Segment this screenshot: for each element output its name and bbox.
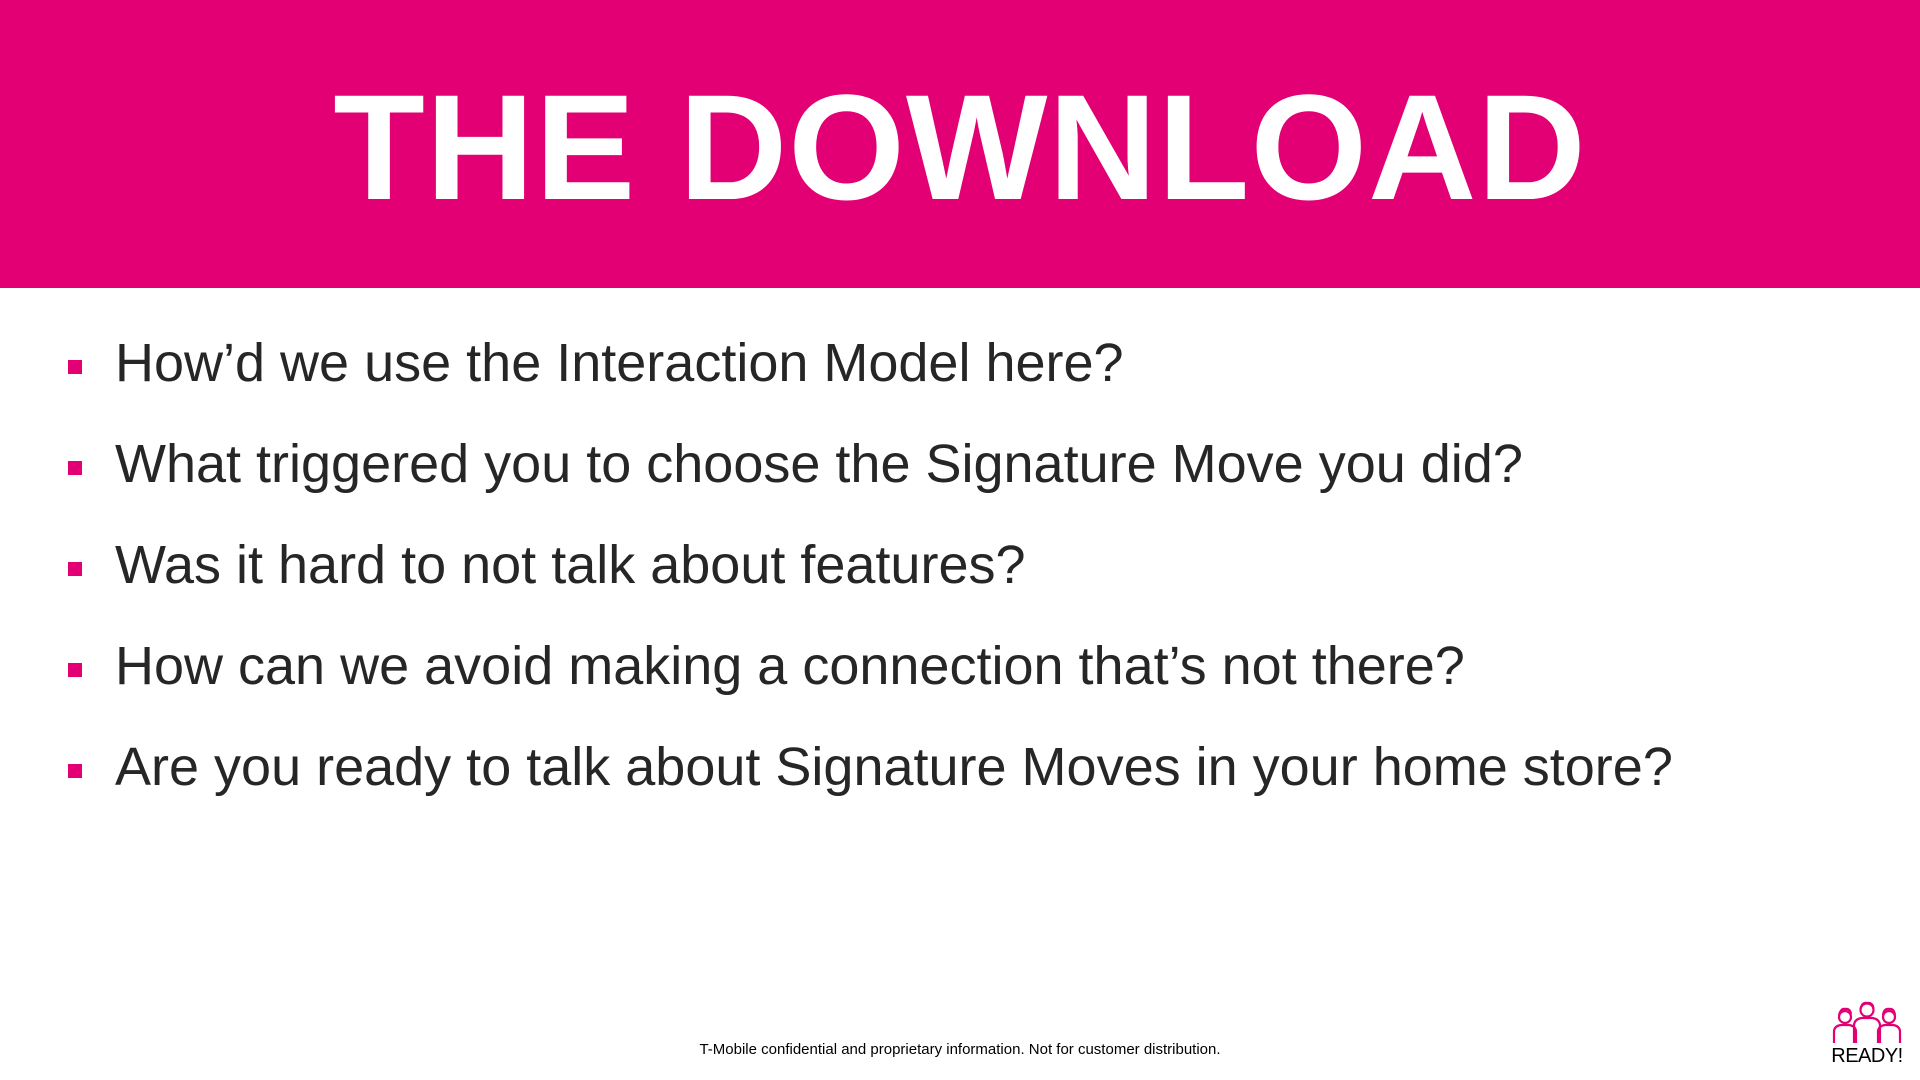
bullet-text: Was it hard to not talk about features? [115,535,1026,595]
bullet-text: Are you ready to talk about Signature Mo… [115,737,1673,797]
list-item: How can we avoid making a connection tha… [0,628,1920,729]
square-bullet-icon [68,360,82,374]
square-bullet-icon [68,562,82,576]
list-item: What triggered you to choose the Signatu… [0,426,1920,527]
square-bullet-icon [68,663,82,677]
bullet-list: How’d we use the Interaction Model here?… [0,325,1920,830]
list-item: How’d we use the Interaction Model here? [0,325,1920,426]
list-item: Was it hard to not talk about features? [0,527,1920,628]
square-bullet-icon [68,764,82,778]
slide-title: THE DOWNLOAD [333,63,1587,231]
ready-logo-text: READY! [1831,1045,1903,1067]
square-bullet-icon [68,461,82,475]
bullet-text: How can we avoid making a connection tha… [115,636,1465,696]
confidentiality-footer: T-Mobile confidential and proprietary in… [699,1041,1221,1058]
three-people-icon [1832,1001,1902,1043]
bullet-text: How’d we use the Interaction Model here? [115,333,1124,393]
bullet-text: What triggered you to choose the Signatu… [115,434,1523,494]
ready-logo: READY! [1830,1000,1904,1070]
list-item: Are you ready to talk about Signature Mo… [0,729,1920,830]
title-banner: THE DOWNLOAD [0,0,1920,288]
